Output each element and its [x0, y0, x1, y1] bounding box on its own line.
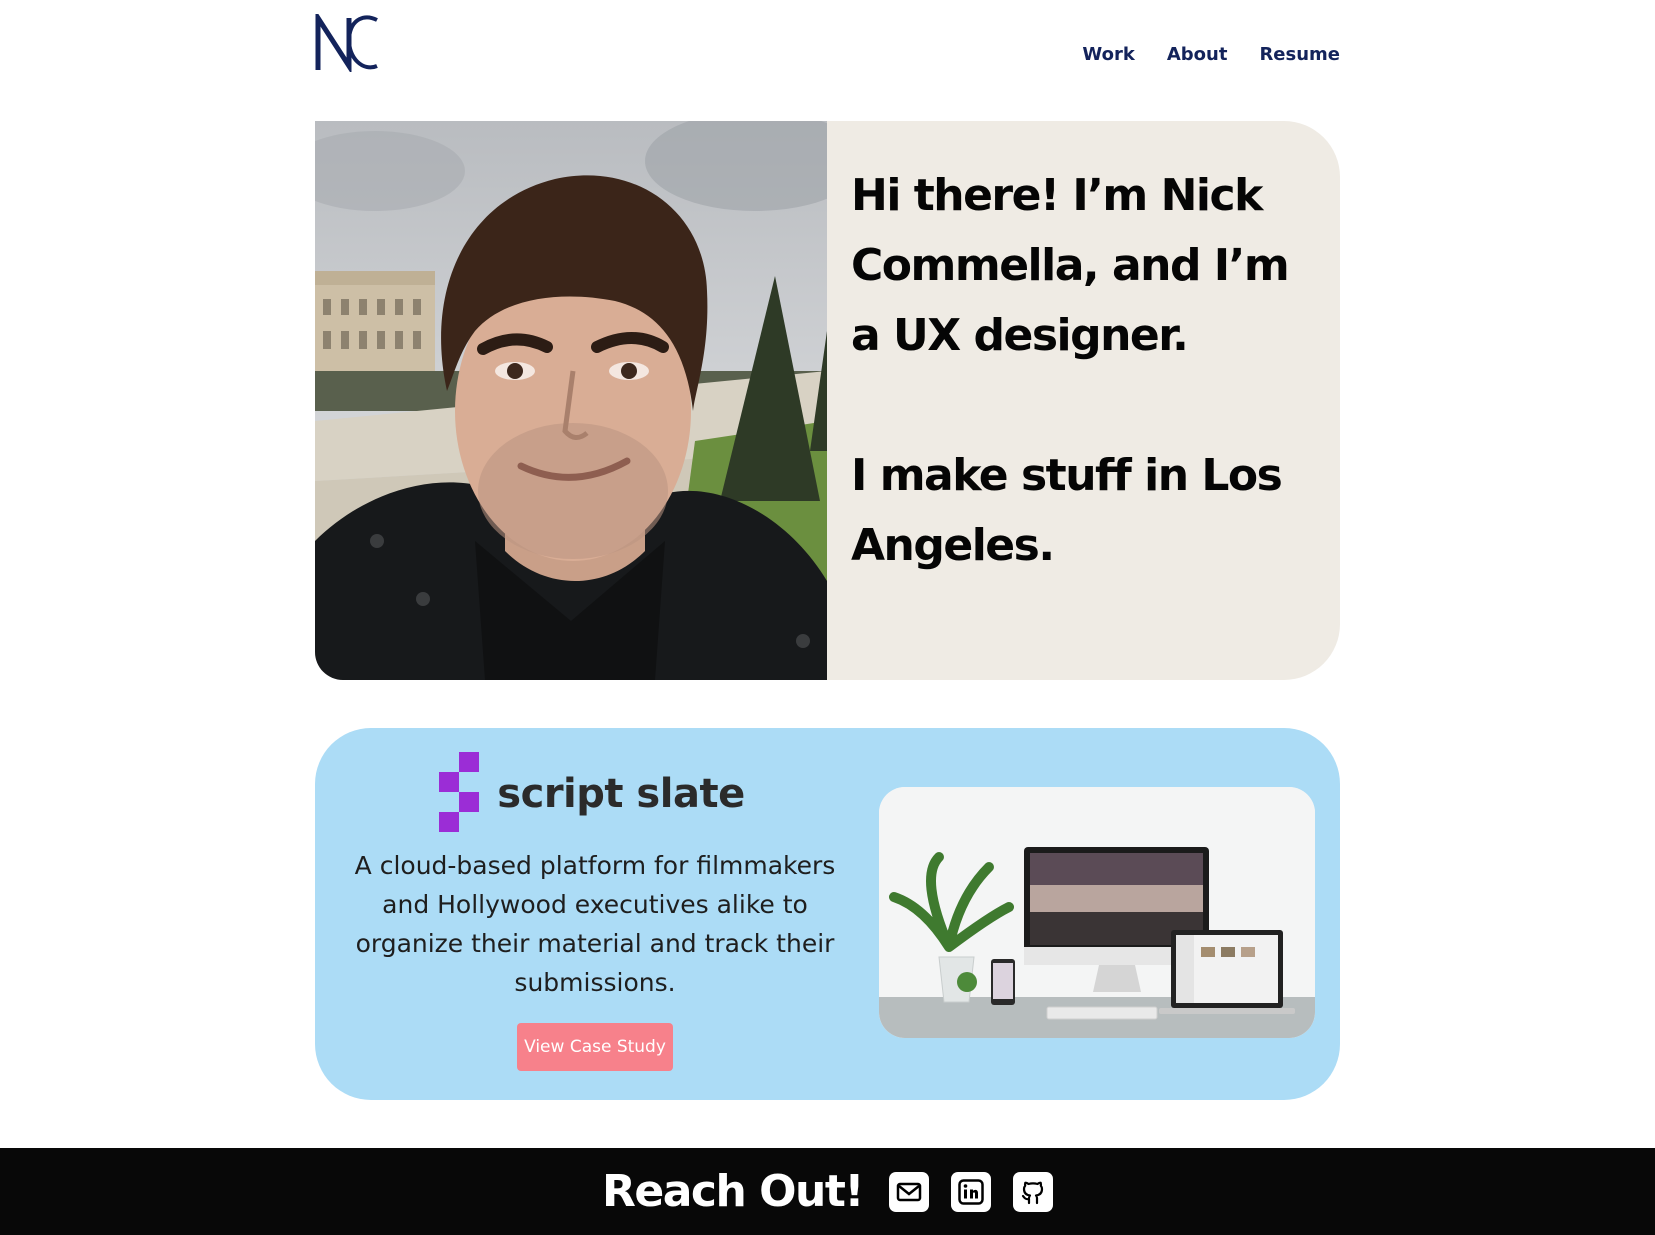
nav-resume-link[interactable]: Resume: [1259, 44, 1340, 65]
project-description: A cloud-based platform for filmmakers an…: [354, 851, 836, 997]
linkedin-icon: [958, 1178, 984, 1205]
hero-section: Hi there! I’m Nick Commella, and I’m a U…: [315, 121, 1340, 680]
project-card-script-slate: script slate A cloud-based platform for …: [315, 728, 1340, 1100]
email-icon: [896, 1182, 922, 1201]
nav-work-link[interactable]: Work: [1082, 44, 1134, 65]
footer-title: Reach Out!: [602, 1166, 864, 1217]
project-title: script slate: [497, 771, 745, 817]
project-brand: script slate: [329, 752, 855, 832]
hero-intro: Hi there! I’m Nick Commella, and I’m a U…: [827, 121, 1340, 680]
main-nav: Work About Resume: [1082, 44, 1340, 65]
email-link[interactable]: [888, 1171, 929, 1212]
view-case-study-button[interactable]: View Case Study: [517, 1023, 673, 1071]
script-slate-logo-icon: [439, 752, 480, 832]
page-container: Work About Resume Hi there! I’m Nick Com…: [315, 0, 1340, 1100]
hero-location: I make stuff in Los Angeles.: [851, 450, 1283, 571]
site-footer: Reach Out!: [0, 1148, 1655, 1235]
device-mockup-image[interactable]: [879, 787, 1315, 1038]
linkedin-link[interactable]: [950, 1171, 991, 1212]
hero-headline: Hi there! I’m Nick Commella, and I’m a U…: [851, 170, 1290, 361]
site-header: Work About Resume: [315, 0, 1340, 120]
nav-about-link[interactable]: About: [1167, 44, 1228, 65]
github-link[interactable]: [1012, 1171, 1053, 1212]
github-icon: [1021, 1181, 1044, 1204]
project-info: script slate A cloud-based platform for …: [335, 752, 855, 1071]
nc-logo-icon[interactable]: [315, 14, 379, 72]
portrait-photo: [315, 121, 827, 680]
